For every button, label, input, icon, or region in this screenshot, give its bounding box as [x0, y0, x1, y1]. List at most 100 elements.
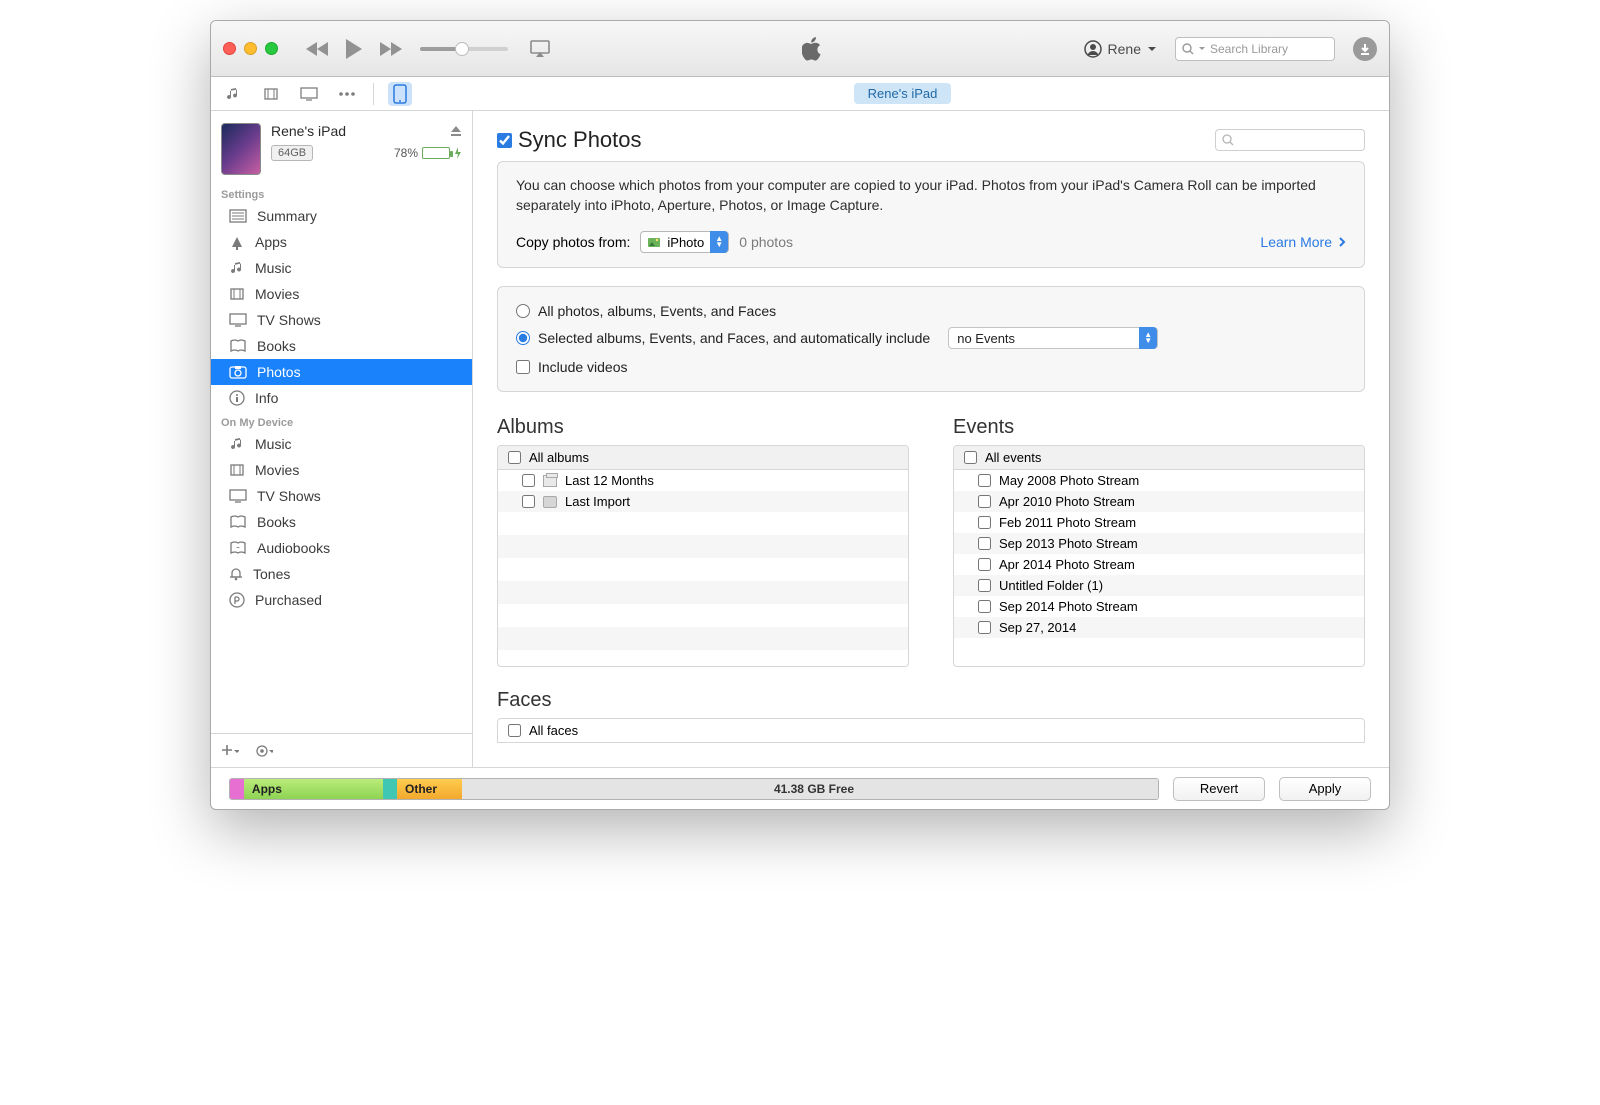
event-row[interactable]: May 2008 Photo Stream [954, 470, 1364, 491]
source-value: iPhoto [667, 235, 704, 250]
radio-selected[interactable]: Selected albums, Events, and Faces, and … [516, 327, 1346, 349]
sync-photos-checkbox[interactable] [497, 133, 512, 148]
zoom-button[interactable] [265, 42, 278, 55]
tvshows-tab[interactable] [297, 82, 321, 106]
footer: Apps Other 41.38 GB Free Revert Apply [211, 767, 1389, 809]
event-row[interactable]: Feb 2011 Photo Stream [954, 512, 1364, 533]
sidebar-item-books[interactable]: Books [211, 509, 472, 535]
sidebar-item-apps[interactable]: Apps [211, 229, 472, 255]
photo-search-field[interactable] [1215, 129, 1365, 151]
device-block: Rene's iPad 64GB 78% [211, 111, 472, 183]
sidebar-item-tones[interactable]: Tones [211, 561, 472, 587]
album-row[interactable]: Last 12 Months [498, 470, 908, 491]
stepper-arrows-icon: ▲▼ [710, 231, 728, 253]
sidebar-item-movies[interactable]: Movies [211, 281, 472, 307]
all-events-checkbox[interactable] [964, 451, 977, 464]
sidebar-item-purchased[interactable]: Purchased [211, 587, 472, 613]
include-videos-checkbox[interactable]: Include videos [516, 359, 1346, 375]
storage-seg-misc [383, 779, 397, 799]
radio-all[interactable]: All photos, albums, Events, and Faces [516, 303, 1346, 319]
charging-icon [454, 147, 462, 159]
main-content: Sync Photos You can choose which photos … [473, 111, 1389, 767]
storage-bar: Apps Other 41.38 GB Free [229, 778, 1159, 800]
previous-icon[interactable] [306, 40, 330, 58]
event-checkbox[interactable] [978, 621, 991, 634]
user-menu[interactable]: Rene [1084, 40, 1157, 58]
event-checkbox[interactable] [978, 600, 991, 613]
stack-icon [543, 475, 557, 487]
event-row[interactable]: Apr 2010 Photo Stream [954, 491, 1364, 512]
volume-slider[interactable] [420, 47, 508, 51]
sidebar-item-tv-shows[interactable]: TV Shows [211, 483, 472, 509]
album-checkbox[interactable] [522, 474, 535, 487]
playback-controls [306, 37, 402, 61]
sidebar-item-summary[interactable]: Summary [211, 203, 472, 229]
search-library-field[interactable]: Search Library [1175, 37, 1335, 61]
events-column: Events All events May 2008 Photo StreamA… [953, 416, 1365, 667]
event-row[interactable]: Sep 27, 2014 [954, 617, 1364, 638]
all-faces-checkbox[interactable] [508, 724, 521, 737]
event-checkbox[interactable] [978, 474, 991, 487]
learn-more-link[interactable]: Learn More [1260, 234, 1346, 250]
gear-icon[interactable] [255, 744, 273, 758]
apply-button[interactable]: Apply [1279, 777, 1371, 801]
eject-icon[interactable] [450, 125, 462, 137]
sidebar-item-music[interactable]: Music [211, 431, 472, 457]
event-checkbox[interactable] [978, 537, 991, 550]
sync-photos-heading: Sync Photos [497, 127, 642, 153]
music-tab[interactable] [221, 82, 245, 106]
add-icon[interactable] [221, 744, 239, 758]
books-icon [229, 515, 247, 529]
close-button[interactable] [223, 42, 236, 55]
tv-shows-icon [229, 313, 247, 327]
settings-header: Settings [211, 183, 472, 203]
event-checkbox[interactable] [978, 558, 991, 571]
event-row[interactable]: Apr 2014 Photo Stream [954, 554, 1364, 575]
minimize-button[interactable] [244, 42, 257, 55]
event-checkbox[interactable] [978, 516, 991, 529]
play-icon[interactable] [344, 37, 364, 61]
album-row[interactable]: Last Import [498, 491, 908, 512]
device-name: Rene's iPad [271, 123, 346, 139]
window-controls [223, 42, 278, 55]
photo-count: 0 photos [739, 234, 793, 250]
movies-tab[interactable] [259, 82, 283, 106]
event-row[interactable]: Sep 2013 Photo Stream [954, 533, 1364, 554]
iphoto-icon [647, 235, 661, 249]
sidebar-item-books[interactable]: Books [211, 333, 472, 359]
all-albums-checkbox[interactable] [508, 451, 521, 464]
music-icon [229, 436, 245, 452]
device-pill[interactable]: Rene's iPad [854, 83, 952, 104]
chevron-down-icon [1147, 46, 1157, 52]
event-row[interactable]: Untitled Folder (1) [954, 575, 1364, 596]
next-icon[interactable] [378, 40, 402, 58]
sidebar-item-info[interactable]: Info [211, 385, 472, 411]
apple-logo [558, 36, 1068, 62]
sidebar-item-music[interactable]: Music [211, 255, 472, 281]
media-toolbar: Rene's iPad [211, 77, 1389, 111]
event-checkbox[interactable] [978, 579, 991, 592]
more-tab[interactable] [335, 82, 359, 106]
source-select[interactable]: iPhoto ▲▼ [640, 231, 729, 253]
tv-shows-icon [229, 489, 247, 503]
airplay-icon[interactable] [530, 40, 550, 58]
device-thumbnail [221, 123, 261, 175]
sidebar-item-tv-shows[interactable]: TV Shows [211, 307, 472, 333]
info-panel: You can choose which photos from your co… [497, 161, 1365, 268]
sidebar-item-photos[interactable]: Photos [211, 359, 472, 385]
photos-icon [229, 365, 247, 379]
events-title: Events [953, 416, 1365, 439]
event-row[interactable]: Sep 2014 Photo Stream [954, 596, 1364, 617]
event-checkbox[interactable] [978, 495, 991, 508]
albums-title: Albums [497, 416, 909, 439]
search-placeholder: Search Library [1210, 42, 1288, 56]
include-dropdown[interactable]: no Events ▲▼ [948, 327, 1158, 349]
device-tab[interactable] [388, 82, 412, 106]
revert-button[interactable]: Revert [1173, 777, 1265, 801]
sidebar-item-movies[interactable]: Movies [211, 457, 472, 483]
chevron-right-icon [1338, 236, 1346, 248]
album-checkbox[interactable] [522, 495, 535, 508]
sidebar-item-audiobooks[interactable]: Audiobooks [211, 535, 472, 561]
downloads-button[interactable] [1353, 37, 1377, 61]
user-name: Rene [1108, 41, 1141, 57]
